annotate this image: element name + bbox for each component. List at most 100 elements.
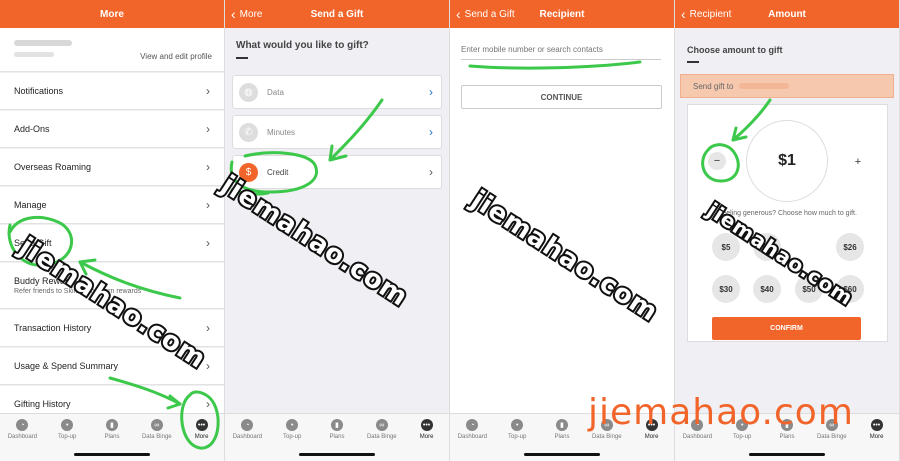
tab-label: Top-up [733, 434, 752, 440]
page-title: More [100, 8, 124, 20]
back-button[interactable]: ‹ More [231, 0, 262, 28]
option-label: Data [267, 87, 284, 97]
amount-dial: $1 [746, 120, 828, 202]
tab-label: More [644, 434, 659, 440]
top-bar: More [0, 0, 224, 28]
tab-dashboard[interactable]: ◔ Dashboard [452, 419, 492, 461]
tab-label: Data Binge [591, 434, 622, 440]
tab-more[interactable]: ••• More [857, 419, 897, 461]
menu-item-manage[interactable]: Manage › [0, 187, 224, 224]
dashboard-icon: ◔ [16, 419, 29, 431]
amount-option-40[interactable]: $40 [753, 275, 781, 303]
amount-option-26[interactable]: $26 [836, 233, 864, 261]
send-to-banner: Send gift to [680, 74, 894, 98]
tab-label: Top-up [58, 434, 77, 440]
phone-icon: ✆ [239, 123, 258, 142]
selected-amount: $1 [778, 152, 796, 169]
back-button[interactable]: ‹ Recipient [681, 0, 731, 28]
tab-label: Plans [554, 434, 570, 440]
increase-button[interactable]: + [850, 154, 866, 170]
confirm-button[interactable]: CONFIRM [712, 317, 861, 340]
plans-icon: ▮ [330, 419, 343, 431]
back-label: Recipient [689, 8, 732, 20]
home-indicator [74, 453, 150, 456]
decrease-button[interactable]: − [708, 152, 726, 170]
gift-option-data[interactable]: ◍ Data › [232, 75, 442, 109]
topup-icon: • [61, 419, 74, 431]
tab-label: Data Binge [366, 434, 397, 440]
watermark-orange: jiemahao.com [588, 392, 854, 433]
plans-icon: ▮ [555, 419, 568, 431]
recipient-search-input[interactable] [461, 40, 661, 60]
top-bar: ‹ Recipient Amount [675, 0, 899, 28]
tab-label: Dashboard [682, 434, 713, 440]
gift-option-credit[interactable]: $ Credit › [232, 155, 442, 189]
gift-option-minutes[interactable]: ✆ Minutes › [232, 115, 442, 149]
menu-item-notifications[interactable]: Notifications › [0, 73, 224, 110]
tab-label: More [869, 434, 884, 440]
continue-button[interactable]: CONTINUE [461, 85, 662, 109]
tab-label: Dashboard [7, 434, 38, 440]
home-indicator [749, 453, 825, 456]
chevron-right-icon: › [206, 160, 210, 174]
menu-label: Add-Ons [14, 124, 50, 134]
plans-icon: ▮ [105, 419, 118, 431]
tab-label: Plans [779, 434, 795, 440]
tab-label: Data Binge [816, 434, 847, 440]
tab-more[interactable]: ••• More [182, 419, 222, 461]
tab-label: Dashboard [457, 434, 488, 440]
back-label: More [239, 8, 263, 20]
chevron-left-icon: ‹ [681, 6, 686, 22]
more-icon: ••• [870, 419, 883, 431]
tab-label: Top-up [283, 434, 302, 440]
tab-dashboard[interactable]: ◔ Dashboard [227, 419, 267, 461]
chevron-right-icon: › [429, 85, 433, 99]
plus-icon: + [854, 156, 862, 168]
tab-more[interactable]: ••• More [407, 419, 447, 461]
tab-label: Plans [104, 434, 120, 440]
page-title: Send a Gift [310, 8, 364, 20]
infinity-icon: ∞ [150, 419, 163, 431]
send-to-label: Send gift to [693, 81, 734, 91]
profile-name-blurred [14, 40, 72, 46]
tab-label: Dashboard [232, 434, 263, 440]
menu-label: Gifting History [14, 399, 71, 409]
option-label: Minutes [267, 127, 296, 137]
dashboard-icon: ◔ [241, 419, 254, 431]
menu-label: Notifications [14, 86, 64, 96]
screen-send-gift: ‹ More Send a Gift What would you like to… [225, 0, 450, 461]
dashboard-icon: ◔ [466, 419, 479, 431]
back-button[interactable]: ‹ Send a Gift [456, 0, 515, 28]
screen-more: More View and edit profile Notifications… [0, 0, 225, 461]
tab-label: Top-up [508, 434, 527, 440]
home-indicator [524, 453, 600, 456]
chevron-right-icon: › [206, 397, 210, 411]
amount-option-30[interactable]: $30 [712, 275, 740, 303]
tab-dashboard[interactable]: ◔ Dashboard [2, 419, 42, 461]
page-title: Amount [768, 8, 806, 20]
heading-underline [687, 61, 699, 63]
amount-heading: Choose amount to gift [687, 45, 783, 55]
tab-label: Plans [329, 434, 345, 440]
menu-label: Overseas Roaming [14, 162, 92, 172]
menu-item-roaming[interactable]: Overseas Roaming › [0, 149, 224, 186]
top-bar: ‹ More Send a Gift [225, 0, 449, 28]
tab-label: Data Binge [141, 434, 172, 440]
tab-label: More [194, 434, 209, 440]
menu-label: Transaction History [14, 323, 92, 333]
topup-icon: • [286, 419, 299, 431]
back-label: Send a Gift [464, 8, 515, 20]
profile-number-blurred [14, 52, 54, 57]
menu-item-addons[interactable]: Add-Ons › [0, 111, 224, 148]
menu-label: Manage [14, 200, 47, 210]
globe-icon: ◍ [239, 83, 258, 102]
recipient-blurred [739, 83, 790, 89]
menu-label: Usage & Spend Summary [14, 361, 119, 371]
chevron-right-icon: › [206, 236, 210, 250]
chevron-right-icon: › [206, 122, 210, 136]
top-bar: ‹ Send a Gift Recipient [450, 0, 674, 28]
more-icon: ••• [195, 419, 208, 431]
profile-card[interactable]: View and edit profile [0, 28, 224, 72]
chevron-right-icon: › [206, 359, 210, 373]
view-profile-link[interactable]: View and edit profile [140, 52, 212, 61]
